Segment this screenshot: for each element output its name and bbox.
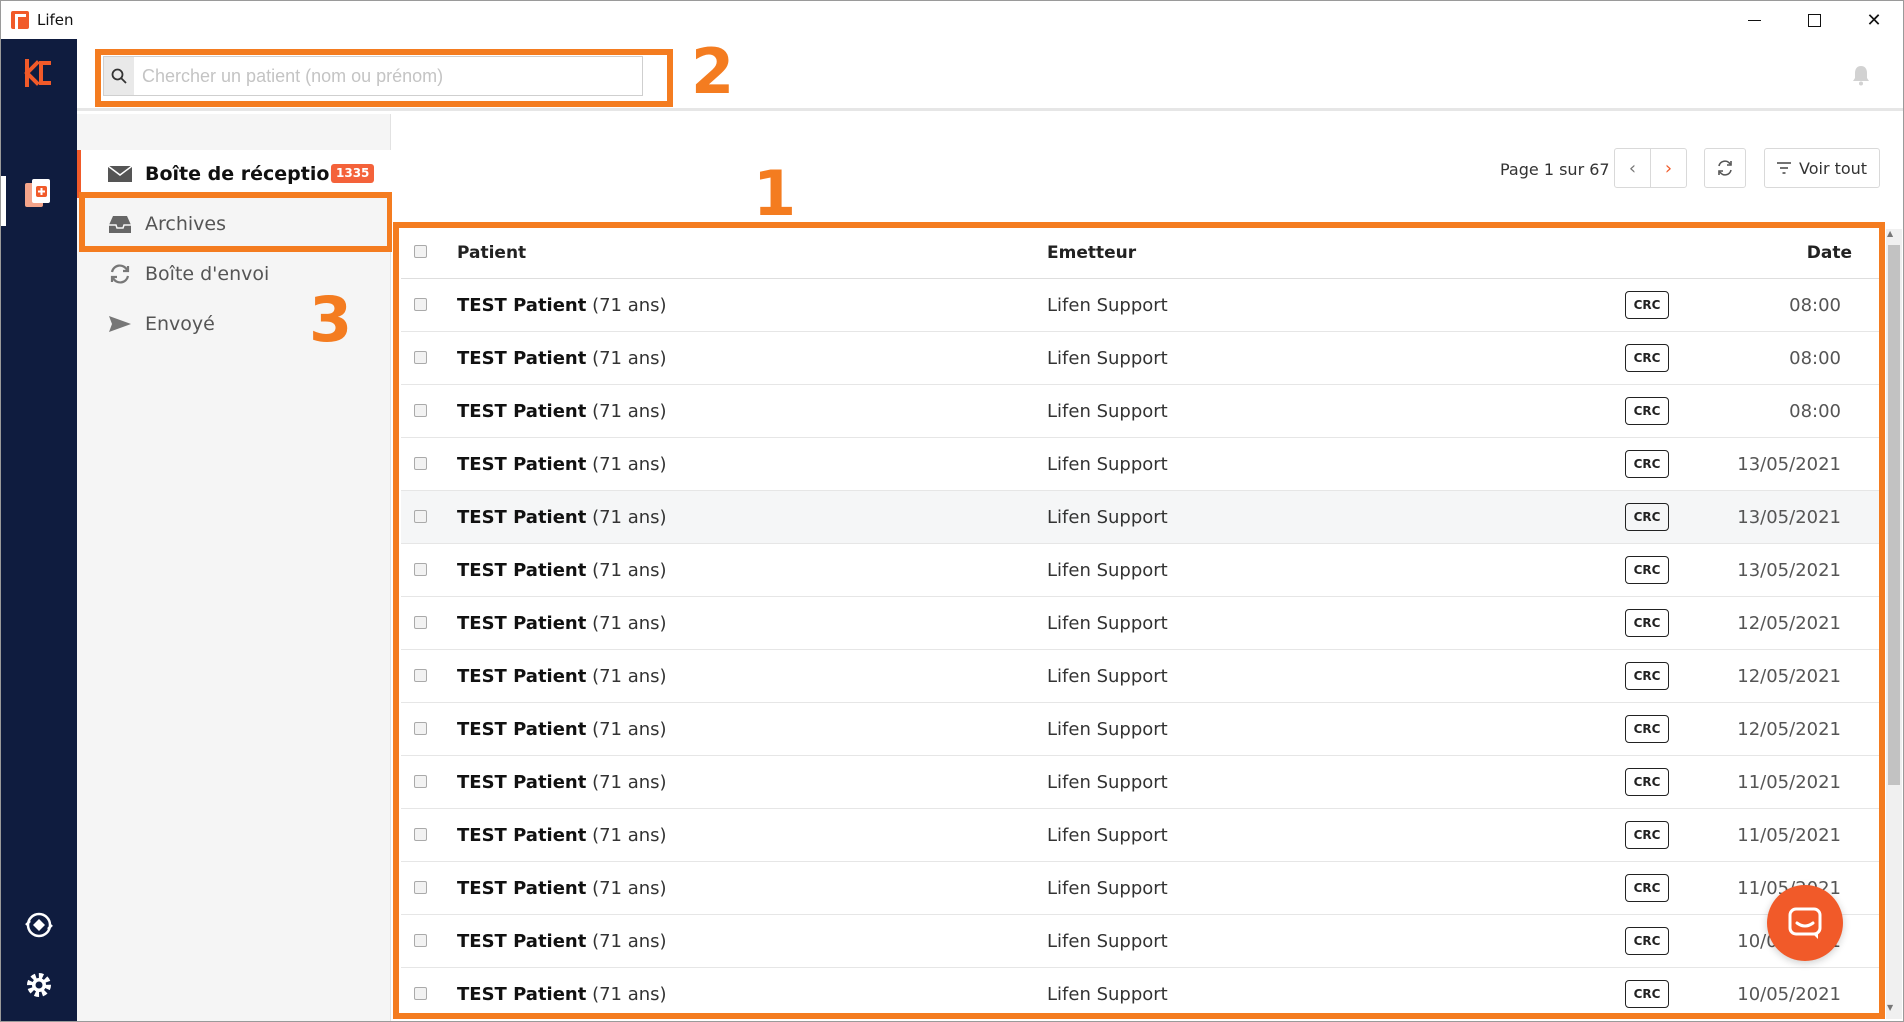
scroll-down-arrow-icon[interactable]: ▼ — [1887, 1003, 1893, 1012]
folder-inbox[interactable]: Boîte de réception 1335 — [77, 150, 391, 198]
lifen-logo-icon[interactable] — [23, 57, 55, 89]
rail-active-indicator — [1, 176, 6, 226]
annotation-number-table: 1 — [753, 157, 797, 230]
minimize-button[interactable] — [1725, 1, 1783, 39]
annotation-box-table — [393, 222, 1885, 1019]
maximize-button[interactable] — [1785, 1, 1843, 39]
app-rail — [1, 39, 77, 1021]
annotation-number-search: 2 — [691, 35, 735, 108]
folder-inbox-label: Boîte de réception — [145, 163, 343, 185]
paper-plane-icon — [109, 316, 131, 332]
annotation-box-archives — [79, 192, 393, 252]
title-bar: Lifen ✕ — [1, 1, 1903, 39]
scroll-up-arrow-icon[interactable]: ▲ — [1887, 229, 1893, 238]
folder-sent-label: Envoyé — [145, 313, 215, 335]
chevron-left-icon: ‹ — [1628, 157, 1637, 179]
previous-page-button[interactable]: ‹ — [1614, 148, 1651, 188]
window-title: Lifen — [37, 11, 74, 29]
minimize-icon — [1747, 19, 1761, 21]
lifen-app-icon — [11, 11, 29, 32]
close-icon: ✕ — [1866, 9, 1882, 31]
voir-tout-label: Voir tout — [1799, 158, 1868, 178]
page-indicator: Page 1 sur 67 — [1500, 160, 1610, 179]
settings-gear-icon[interactable] — [23, 969, 55, 1001]
chat-icon — [1788, 907, 1822, 939]
support-chat-button[interactable] — [1767, 885, 1843, 961]
documents-icon[interactable] — [23, 177, 55, 211]
close-button[interactable]: ✕ — [1845, 1, 1903, 39]
maximize-icon — [1807, 13, 1821, 27]
envelope-icon — [107, 165, 133, 182]
chevron-right-icon: › — [1664, 157, 1673, 179]
lifen-window: Lifen ✕ Chercher un patient (nom ou prén… — [0, 0, 1904, 1022]
next-page-button[interactable]: › — [1650, 148, 1687, 188]
sync-arrows-icon — [110, 264, 130, 284]
folder-outbox-label: Boîte d'envoi — [145, 263, 270, 285]
sync-icon[interactable] — [23, 909, 55, 941]
refresh-button[interactable] — [1704, 148, 1746, 188]
voir-tout-filter-button[interactable]: Voir tout — [1764, 148, 1880, 188]
refresh-icon — [1718, 160, 1732, 176]
annotation-number-folders: 3 — [309, 283, 353, 356]
annotation-box-search — [95, 49, 673, 107]
scrollbar-thumb[interactable] — [1888, 245, 1900, 785]
filter-icon — [1777, 162, 1791, 174]
inbox-count-badge: 1335 — [331, 164, 375, 183]
notification-bell-icon[interactable] — [1849, 63, 1873, 87]
